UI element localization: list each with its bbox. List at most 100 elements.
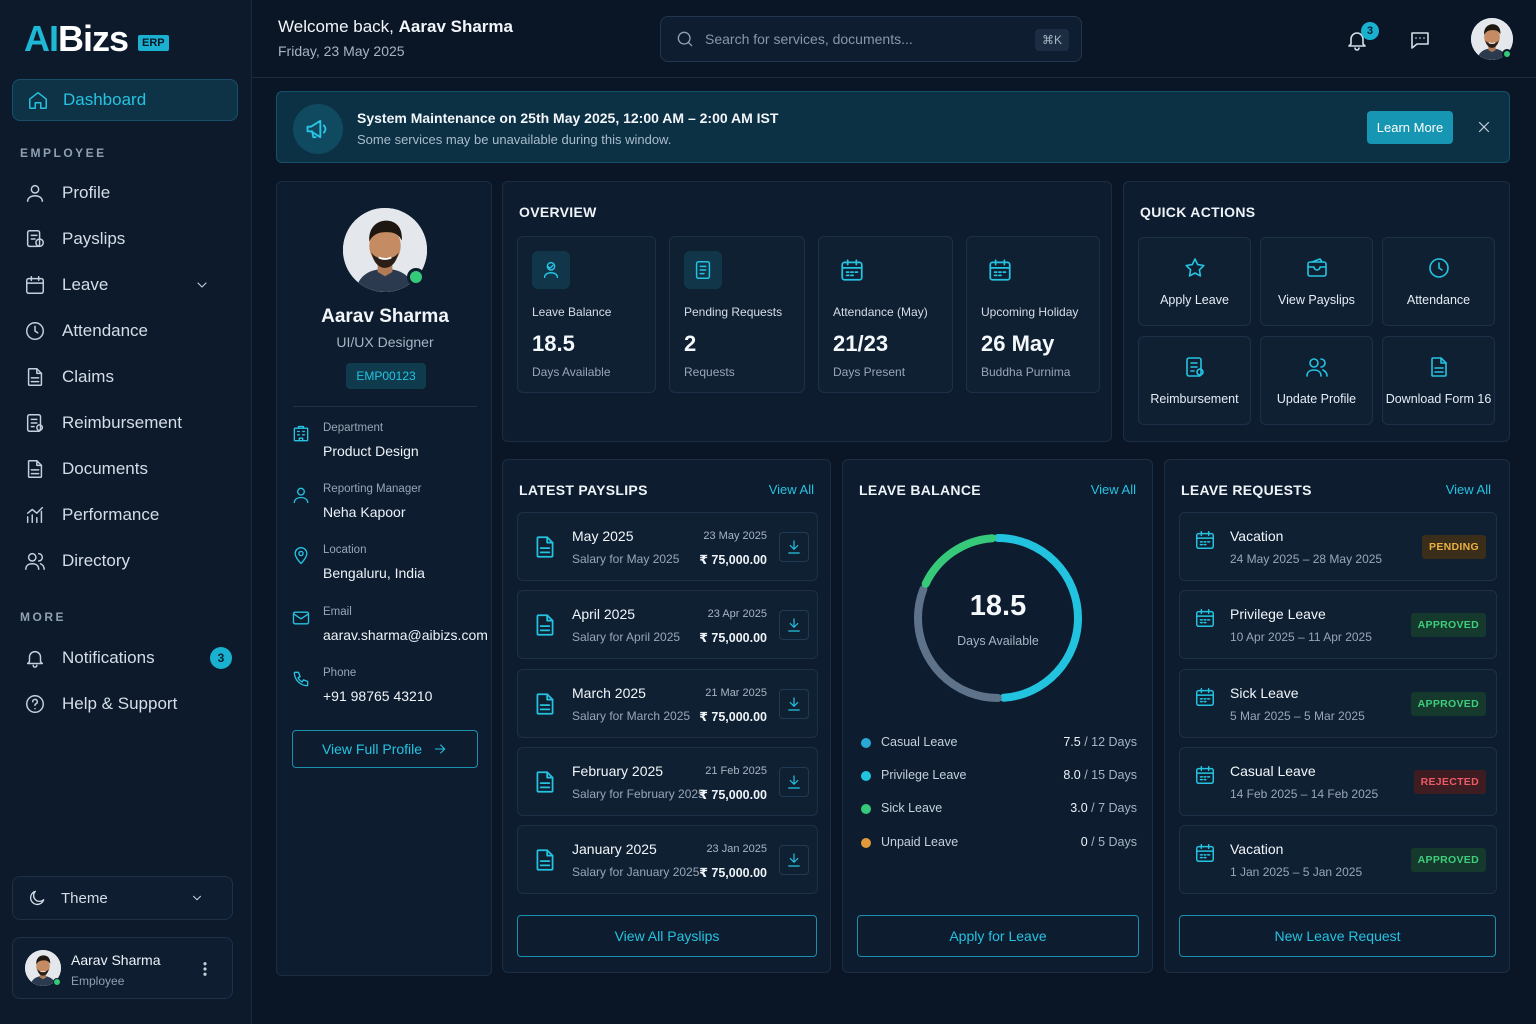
leave-request-dates: 1 Jan 2025 – 5 Jan 2025 [1230,865,1363,879]
new-leave-request-button[interactable]: New Leave Request [1179,915,1496,957]
learn-more-button[interactable]: Learn More [1367,111,1453,144]
overview-tile-attendance[interactable]: Attendance (May) 21/23 Days Present [818,236,953,393]
sidebar-item-attendance[interactable]: Attendance [24,313,234,349]
quick-action-attendance[interactable]: Attendance [1382,237,1495,326]
sidebar-item-reimbursement[interactable]: Reimbursement [24,405,234,441]
payslips-view-all-link[interactable]: View All [769,482,814,497]
sidebar-item-help-support[interactable]: Help & Support [24,686,234,722]
overview-card: OVERVIEW Leave Balance 18.5 Days Availab… [502,181,1112,442]
quick-action-reimbursement[interactable]: Reimbursement [1138,336,1251,425]
payslip-row[interactable]: January 2025 Salary for January 2025 23 … [517,825,818,894]
overview-title: OVERVIEW [519,204,597,220]
legend-dot [861,838,871,848]
quick-action-apply-leave[interactable]: Apply Leave [1138,237,1251,326]
messages-button[interactable] [1408,28,1432,52]
leave-request-row[interactable]: Vacation 1 Jan 2025 – 5 Jan 2025 APPROVE… [1179,825,1497,894]
theme-selector[interactable]: Theme [12,876,233,920]
search-bar[interactable]: ⌘K [660,16,1082,62]
leave-request-type: Sick Leave [1230,685,1299,701]
document-icon [24,366,46,388]
leave-request-row[interactable]: Privilege Leave 10 Apr 2025 – 11 Apr 202… [1179,590,1497,659]
quick-action-label: Reimbursement [1150,392,1239,406]
quick-actions-card: QUICK ACTIONS Apply Leave View Payslips … [1123,181,1510,442]
users-icon [1305,355,1329,379]
download-payslip-button[interactable] [779,689,809,719]
receipt-icon [24,412,46,434]
status-badge: APPROVED [1410,848,1486,872]
leave-requests-view-all-link[interactable]: View All [1446,482,1491,497]
view-all-payslips-button[interactable]: View All Payslips [517,915,817,957]
leave-request-row[interactable]: Sick Leave 5 Mar 2025 – 5 Mar 2025 APPRO… [1179,669,1497,738]
bell-icon [24,647,46,669]
sidebar-item-directory[interactable]: Directory [24,543,234,579]
quick-action-download-form-16[interactable]: Download Form 16 [1382,336,1495,425]
maintenance-banner: System Maintenance on 25th May 2025, 12:… [276,91,1510,163]
field-value: Bengaluru, India [323,565,425,581]
tile-icon-wrap [532,251,570,289]
online-status-dot [53,978,61,986]
profile-role: UI/UX Designer [336,334,434,350]
status-badge: PENDING [1422,535,1486,559]
field-label: Email [323,606,352,618]
payslip-row[interactable]: February 2025 Salary for February 2025 2… [517,747,818,816]
payslip-month: April 2025 [572,606,636,622]
download-icon [785,773,803,791]
leave-requests-card: LEAVE REQUESTS View All Vacation 24 May … [1164,459,1510,973]
sidebar-item-dashboard[interactable]: Dashboard [12,79,238,121]
download-icon [785,616,803,634]
search-input[interactable] [705,31,1025,47]
overview-tile-pending-requests[interactable]: Pending Requests 2 Requests [669,236,805,393]
download-payslip-button[interactable] [779,767,809,797]
overview-tile-upcoming-holiday[interactable]: Upcoming Holiday 26 May Buddha Purnima [966,236,1100,393]
sidebar-item-claims[interactable]: Claims [24,359,234,395]
quick-action-view-payslips[interactable]: View Payslips [1260,237,1373,326]
leave-total-days: 18.5 [969,590,1027,622]
sidebar-item-payslips[interactable]: Payslips [24,221,234,257]
overview-tile-leave-balance[interactable]: Leave Balance 18.5 Days Available [517,236,656,393]
quick-action-update-profile[interactable]: Update Profile [1260,336,1373,425]
help-icon [24,693,46,715]
download-payslip-button[interactable] [779,610,809,640]
leave-balance-view-all-link[interactable]: View All [1091,482,1136,497]
banner-title: System Maintenance on 25th May 2025, 12:… [357,110,779,126]
legend-dot [861,738,871,748]
sidebar-item-documents[interactable]: Documents [24,451,234,487]
payslip-description: Salary for January 2025 [572,865,700,879]
download-payslip-button[interactable] [779,532,809,562]
sidebar-item-profile[interactable]: Profile [24,175,234,211]
leave-type-name: Unpaid Leave [881,835,959,849]
field-value[interactable]: aarav.sharma@aibizs.com [323,627,488,643]
sidebar-user-card[interactable]: Aarav Sharma Employee [12,937,233,999]
calendar-icon [1194,607,1216,629]
apply-for-leave-button[interactable]: Apply for Leave [857,915,1139,957]
leave-request-dates: 10 Apr 2025 – 11 Apr 2025 [1230,630,1372,644]
notifications-button[interactable]: 3 [1345,22,1379,52]
leave-request-row[interactable]: Vacation 24 May 2025 – 28 May 2025 PENDI… [1179,512,1497,581]
more-options-icon[interactable] [196,960,214,978]
leave-request-row[interactable]: Casual Leave 14 Feb 2025 – 14 Feb 2025 R… [1179,747,1497,816]
app-logo[interactable]: AI Bizs ERP [24,18,169,60]
view-full-profile-button[interactable]: View Full Profile [292,730,478,768]
sidebar-item-leave[interactable]: Leave [24,267,234,303]
legend-dot [861,804,871,814]
sidebar-item-performance[interactable]: Performance [24,497,234,533]
payslip-row[interactable]: May 2025 Salary for May 2025 23 May 2025… [517,512,818,581]
download-payslip-button[interactable] [779,845,809,875]
chevron-down-icon[interactable] [194,277,210,293]
leave-used: 3.0 [1070,801,1088,815]
document-icon [1427,355,1451,379]
payslip-row[interactable]: March 2025 Salary for March 2025 21 Mar … [517,669,818,738]
profile-name: Aarav Sharma [321,306,449,327]
payslip-row[interactable]: April 2025 Salary for April 2025 23 Apr … [517,590,818,659]
user-check-icon [540,259,562,281]
leave-type-unpaid: Unpaid Leave 0 / 5 Days [861,833,1137,853]
payslip-month: May 2025 [572,528,634,544]
leave-request-dates: 24 May 2025 – 28 May 2025 [1230,552,1383,566]
sidebar-item-notifications[interactable]: Notifications 3 [24,640,234,676]
document-icon [532,846,558,874]
leave-total: / 12 Days [1084,735,1137,749]
sidebar-user-role: Employee [71,974,125,988]
download-icon [785,695,803,713]
search-shortcut-hint: ⌘K [1034,29,1069,51]
close-icon[interactable] [1475,118,1493,136]
